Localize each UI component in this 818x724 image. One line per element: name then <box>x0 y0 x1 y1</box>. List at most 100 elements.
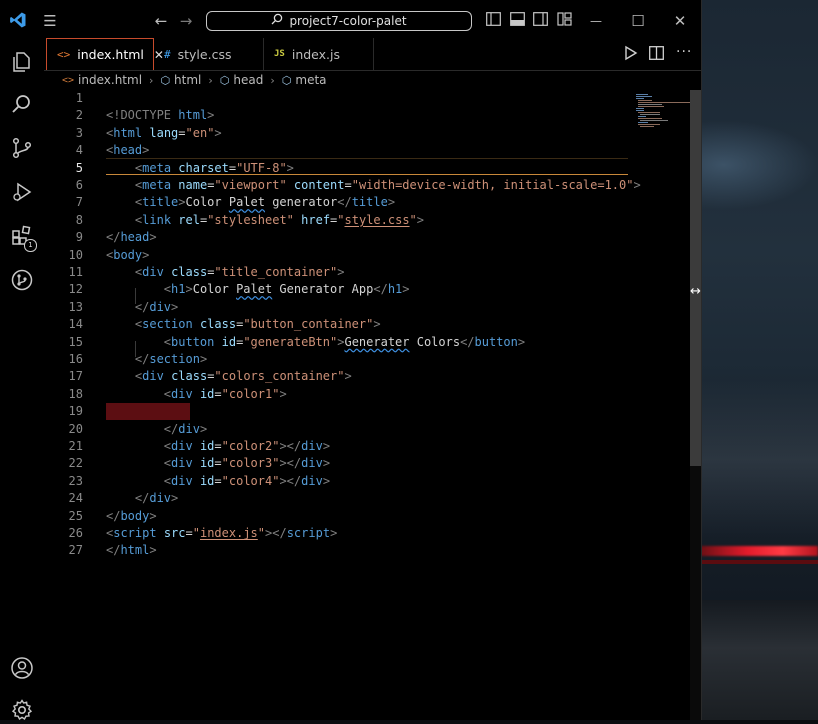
html-file-icon: <> <box>62 74 75 86</box>
breadcrumb-item[interactable]: head <box>233 73 263 87</box>
line-number: 6 <box>75 178 83 192</box>
tab-index-html[interactable]: <> index.html ✕ <box>46 38 164 70</box>
code-line: </html> <box>106 543 157 558</box>
activity-bar: 1 <box>0 42 44 721</box>
code-line: <div class="colors_container"> <box>134 369 352 384</box>
minimap[interactable] <box>634 90 690 720</box>
menu-icon[interactable]: ☰ <box>40 11 60 31</box>
line-number: 4 <box>75 143 83 158</box>
title-bar: ☰ ← → project7-color-palet — ☐ ✕ <box>0 0 701 42</box>
line-number: 15 <box>68 334 83 349</box>
run-debug-icon[interactable] <box>8 178 36 206</box>
line-number: 26 <box>68 526 83 540</box>
source-control-icon[interactable] <box>8 134 36 162</box>
tab-label: index.js <box>291 46 341 62</box>
code-line: <link rel="stylesheet" href="style.css"> <box>134 212 425 227</box>
element-icon: ⬡ <box>160 73 171 87</box>
split-editor-icon[interactable] <box>649 45 664 64</box>
chevron-right-icon: › <box>149 73 154 87</box>
code-line: <html lang="en"> <box>106 125 222 140</box>
more-actions-icon[interactable]: ··· <box>676 44 692 60</box>
line-number: 12 <box>68 282 83 297</box>
code-line: <div class="title_container"> <box>134 265 345 279</box>
background-scene <box>700 0 818 720</box>
editor-tabs: <> index.html ✕ # style.css JS index.js … <box>44 38 701 71</box>
code-line: <script src="index.js"></script> <box>106 526 338 540</box>
line-number-current: 5 <box>75 160 83 175</box>
line-number: 17 <box>68 369 83 384</box>
run-icon[interactable] <box>624 45 638 65</box>
error-highlight <box>106 403 190 420</box>
code-line: <div id="color4"></div> <box>163 473 331 488</box>
element-icon: ⬡ <box>219 73 230 87</box>
code-line: <section class="button_container"> <box>134 317 381 332</box>
tab-label: style.css <box>177 46 232 62</box>
breadcrumb: <> index.html › ⬡ html › ⬡ head › ⬡ meta <box>44 71 701 89</box>
vscode-logo-icon <box>8 11 28 31</box>
line-number: 7 <box>75 195 83 210</box>
code-line: </head> <box>106 230 157 245</box>
code-line: </div> <box>163 421 208 436</box>
code-line: <h1>Color Palet Generator App</h1> <box>163 282 410 297</box>
resize-cursor-icon: ↔ <box>690 284 701 299</box>
extensions-icon[interactable]: 1 <box>8 222 37 252</box>
line-number: 8 <box>75 212 83 227</box>
code-line: </div> <box>134 299 179 314</box>
line-number: 20 <box>68 421 83 436</box>
code-line: </section> <box>134 352 208 366</box>
line-number: 14 <box>68 317 83 332</box>
gitlens-icon[interactable] <box>8 266 36 294</box>
breadcrumb-item[interactable]: index.html <box>78 73 142 87</box>
js-file-icon: JS <box>274 49 285 59</box>
chevron-right-icon: › <box>208 73 213 87</box>
search-title: project7-color-palet <box>289 14 407 28</box>
line-number: 1 <box>75 91 83 105</box>
red-light-streak <box>700 546 818 556</box>
css-file-icon: # <box>164 47 171 61</box>
toggle-panel-icon[interactable] <box>507 11 527 31</box>
account-icon[interactable] <box>8 654 36 682</box>
line-number: 2 <box>75 108 83 123</box>
toggle-secondary-sidebar-icon[interactable] <box>530 11 550 31</box>
command-center-search[interactable]: project7-color-palet <box>206 11 472 31</box>
explorer-icon[interactable] <box>8 48 36 76</box>
maximize-button[interactable]: ☐ <box>628 11 648 31</box>
line-number: 10 <box>68 247 83 262</box>
tab-label: index.html <box>77 47 144 62</box>
customize-layout-icon[interactable] <box>554 11 574 31</box>
code-line: <head> <box>106 143 150 158</box>
chevron-right-icon: › <box>270 73 275 87</box>
vertical-scrollbar-thumb[interactable] <box>690 90 701 466</box>
line-number: 16 <box>68 352 83 366</box>
line-number: 3 <box>75 125 83 140</box>
line-number: 13 <box>68 299 83 314</box>
breadcrumb-item[interactable]: meta <box>295 73 326 87</box>
line-number: 27 <box>68 543 83 558</box>
code-line: <!DOCTYPE html> <box>106 108 215 123</box>
code-line: <body> <box>106 247 150 262</box>
code-line: </div> <box>134 491 179 506</box>
back-arrow-icon[interactable]: ← <box>151 11 171 31</box>
tab-style-css[interactable]: # style.css <box>154 38 264 70</box>
forward-arrow-icon[interactable]: → <box>176 11 196 31</box>
line-number: 19 <box>68 404 83 419</box>
line-number: 23 <box>68 473 83 488</box>
toggle-primary-sidebar-icon[interactable] <box>483 11 503 31</box>
code-line: <button id="generateBtn">Generater Color… <box>163 334 526 349</box>
tab-index-js[interactable]: JS index.js <box>264 38 374 70</box>
code-editor[interactable]: 1 2 3 4 5 6 7 8 9 10 11 12 13 14 15 16 1… <box>44 90 690 720</box>
line-number: 25 <box>68 508 83 523</box>
search-sidebar-icon[interactable] <box>8 90 36 118</box>
vscode-window: ☰ ← → project7-color-palet — ☐ ✕ 1 <> in… <box>0 0 702 721</box>
breadcrumb-item[interactable]: html <box>174 73 201 87</box>
code-line: <div id="color2"></div> <box>163 439 331 453</box>
html-file-icon: <> <box>57 48 71 61</box>
search-icon <box>271 13 283 29</box>
minimize-button[interactable]: — <box>586 11 606 31</box>
close-window-button[interactable]: ✕ <box>670 11 690 31</box>
line-number: 21 <box>68 439 83 453</box>
extensions-badge: 1 <box>24 239 37 252</box>
code-line: <div id="color1"> <box>163 386 287 401</box>
code-line: <title>Color Palet generator</title> <box>134 195 396 210</box>
line-number: 11 <box>68 265 83 279</box>
